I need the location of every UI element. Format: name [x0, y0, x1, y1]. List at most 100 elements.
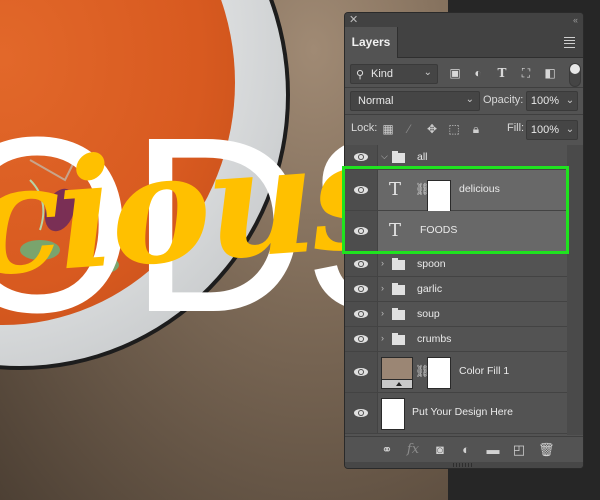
- opacity-input[interactable]: 100%: [526, 91, 564, 111]
- chevron-right-icon[interactable]: ›: [381, 333, 384, 343]
- layer-row[interactable]: ⛓ Color Fill 1: [345, 352, 567, 393]
- layer-name: crumbs: [417, 333, 452, 345]
- eye-icon: [354, 153, 368, 161]
- type-filter-icon[interactable]: T: [495, 66, 509, 80]
- double-chevron-left-icon[interactable]: ‹‹: [573, 13, 578, 27]
- eye-icon: [354, 227, 368, 235]
- new-layer-icon[interactable]: ◰: [511, 442, 527, 458]
- layer-name: Color Fill 1: [459, 365, 510, 377]
- lock-label: Lock:: [351, 122, 378, 134]
- type-layer-icon: T: [389, 220, 402, 241]
- layer-row[interactable]: › garlic: [345, 277, 567, 302]
- add-mask-icon[interactable]: ◙: [432, 442, 448, 458]
- fx-icon[interactable]: fx: [405, 442, 421, 458]
- chevron-right-icon[interactable]: ›: [381, 258, 384, 268]
- layer-row[interactable]: › crumbs: [345, 327, 567, 352]
- chevron-down-icon: ⌄: [465, 94, 474, 105]
- layer-mask-thumbnail[interactable]: [427, 357, 451, 389]
- visibility-toggle[interactable]: [345, 277, 378, 301]
- blend-mode-select[interactable]: Normal ⌄: [350, 91, 480, 111]
- layers-scrollbar[interactable]: [567, 145, 583, 435]
- divider: [345, 87, 583, 88]
- layer-name: FOODS: [420, 224, 458, 236]
- visibility-toggle[interactable]: [345, 302, 378, 326]
- layers-list: ⌵ all T ⛓ delicious T FOODS › spoon › ga…: [345, 145, 567, 435]
- eye-icon: [354, 310, 368, 318]
- layers-bottom-toolbar: ⚭ fx ◙ ◐ ▬ ◰ 🗑︎: [345, 436, 583, 463]
- lock-position-icon[interactable]: ✥: [425, 122, 439, 136]
- link-layers-icon[interactable]: ⚭: [379, 442, 395, 458]
- type-layer-icon: T: [389, 179, 402, 200]
- chevron-down-icon: ⌄: [423, 67, 432, 78]
- kind-label: Kind: [371, 68, 394, 80]
- blend-row: Normal ⌄ Opacity: 100% ⌄: [345, 89, 583, 113]
- layer-row[interactable]: › spoon: [345, 252, 567, 277]
- layer-row[interactable]: T ⛓ delicious: [345, 170, 567, 212]
- eye-icon: [354, 186, 368, 194]
- layer-name: Put Your Design Here: [412, 406, 513, 418]
- lock-row: Lock: ▦ ⁄ ✥ ⬚ 🔒︎ Fill: 100% ⌄: [345, 117, 583, 141]
- filter-kind-select[interactable]: ⚲ Kind ⌄: [350, 64, 438, 84]
- fill-dropdown[interactable]: ⌄: [563, 120, 578, 140]
- visibility-toggle[interactable]: [345, 327, 378, 351]
- layer-row[interactable]: Put Your Design Here: [345, 393, 567, 434]
- folder-icon: [392, 151, 405, 163]
- chevron-right-icon[interactable]: ›: [381, 283, 384, 293]
- fill-bar: [382, 379, 412, 388]
- tab-layers[interactable]: Layers: [345, 27, 398, 58]
- visibility-toggle[interactable]: [345, 211, 378, 251]
- folder-icon: [392, 258, 405, 270]
- color-fill-thumbnail[interactable]: [381, 357, 413, 389]
- divider: [345, 114, 583, 115]
- adjustment-layer-icon[interactable]: ◐: [458, 442, 474, 458]
- eye-icon: [354, 335, 368, 343]
- opacity-dropdown[interactable]: ⌄: [563, 91, 578, 111]
- folder-icon: [392, 333, 405, 345]
- layer-name: garlic: [417, 283, 443, 295]
- folder-icon: [392, 308, 405, 320]
- delicious-text: cious: [0, 105, 398, 311]
- layer-name: soup: [417, 308, 440, 320]
- lock-paint-icon[interactable]: ⁄: [402, 122, 416, 136]
- chevron-down-icon[interactable]: ⌵: [381, 151, 388, 162]
- panel-resize-grip[interactable]: [345, 462, 583, 468]
- hamburger-menu-icon[interactable]: [564, 37, 575, 48]
- layer-mask-thumbnail[interactable]: [427, 180, 451, 212]
- visibility-toggle[interactable]: [345, 393, 378, 433]
- visibility-toggle[interactable]: [345, 352, 378, 392]
- layer-name: delicious: [459, 183, 500, 195]
- panel-title-bar: ✕ ‹‹: [345, 13, 583, 27]
- delete-icon[interactable]: 🗑︎: [538, 442, 555, 458]
- opacity-label: Opacity:: [483, 94, 524, 106]
- image-filter-icon[interactable]: ▣: [448, 66, 462, 80]
- layer-row[interactable]: T FOODS: [345, 211, 567, 252]
- folder-icon: [392, 283, 405, 295]
- visibility-toggle[interactable]: [345, 252, 378, 276]
- layer-row[interactable]: ⌵ all: [345, 145, 567, 170]
- layer-thumbnail[interactable]: [381, 398, 405, 430]
- blend-mode-value: Normal: [358, 95, 394, 107]
- shape-filter-icon[interactable]: ⛶: [519, 66, 533, 80]
- lock-all-icon[interactable]: 🔒︎: [469, 122, 483, 136]
- smart-object-filter-icon[interactable]: ◧: [543, 66, 557, 80]
- visibility-toggle[interactable]: [345, 145, 378, 169]
- adjustment-filter-icon[interactable]: ◐: [471, 66, 485, 80]
- visibility-toggle[interactable]: [345, 170, 378, 210]
- new-group-icon[interactable]: ▬: [485, 442, 501, 458]
- close-icon[interactable]: ✕: [349, 13, 358, 27]
- eye-icon: [354, 285, 368, 293]
- eye-icon: [354, 368, 368, 376]
- lock-transparency-icon[interactable]: ▦: [381, 122, 395, 136]
- layer-row[interactable]: › soup: [345, 302, 567, 327]
- search-icon: ⚲: [356, 69, 365, 81]
- filter-row: ⚲ Kind ⌄ ▣ ◐ T ⛶ ◧: [345, 61, 583, 87]
- eye-icon: [354, 260, 368, 268]
- eye-icon: [354, 409, 368, 417]
- lock-artboard-icon[interactable]: ⬚: [447, 122, 461, 136]
- fill-input[interactable]: 100%: [526, 120, 564, 140]
- fill-label: Fill:: [507, 122, 525, 134]
- layer-name: all: [417, 151, 428, 163]
- chevron-right-icon[interactable]: ›: [381, 308, 384, 318]
- tab-strip: Layers: [345, 27, 583, 58]
- filter-toggle[interactable]: [569, 63, 581, 87]
